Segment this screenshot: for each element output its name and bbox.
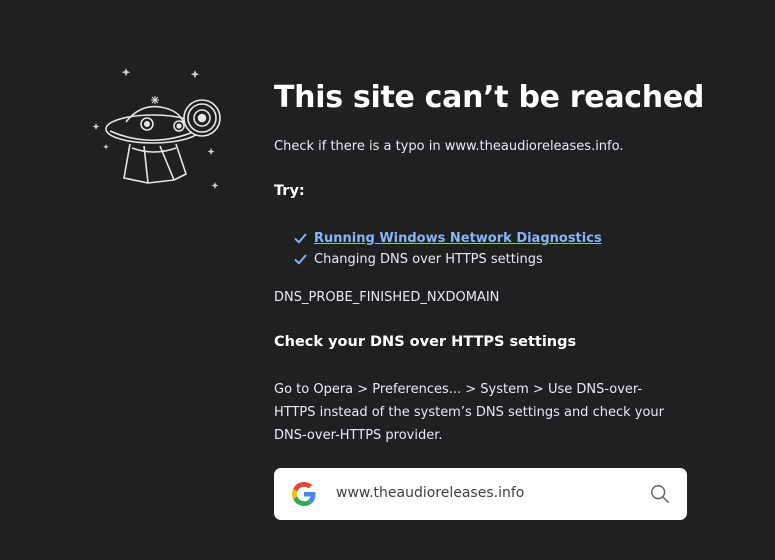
typo-message: Check if there is a typo in www.theaudio… (274, 139, 624, 154)
suggestions-list: Running Windows Network Diagnostics Chan… (294, 228, 602, 270)
checkmark-icon (294, 254, 307, 265)
search-box[interactable]: www.theaudioreleases.info (274, 468, 687, 520)
suggestion-item-dns-over-https: Changing DNS over HTTPS settings (294, 249, 602, 270)
error-code: DNS_PROBE_FINISHED_NXDOMAIN (274, 290, 500, 305)
search-icon[interactable] (649, 483, 671, 505)
search-input[interactable]: www.theaudioreleases.info (336, 485, 524, 501)
dns-settings-heading: Check your DNS over HTTPS settings (274, 334, 577, 350)
google-icon (292, 482, 316, 506)
ufo-illustration-icon (92, 68, 221, 189)
suggestion-item-network-diagnostics: Running Windows Network Diagnostics (294, 228, 602, 249)
checkmark-icon (294, 233, 307, 244)
page-title: This site can’t be reached (274, 80, 705, 115)
try-heading: Try: (274, 183, 305, 199)
dns-settings-instructions: Go to Opera > Preferences... > System > … (274, 382, 664, 443)
network-diagnostics-link[interactable]: Running Windows Network Diagnostics (314, 231, 602, 246)
suggestion-label: Changing DNS over HTTPS settings (314, 252, 543, 267)
